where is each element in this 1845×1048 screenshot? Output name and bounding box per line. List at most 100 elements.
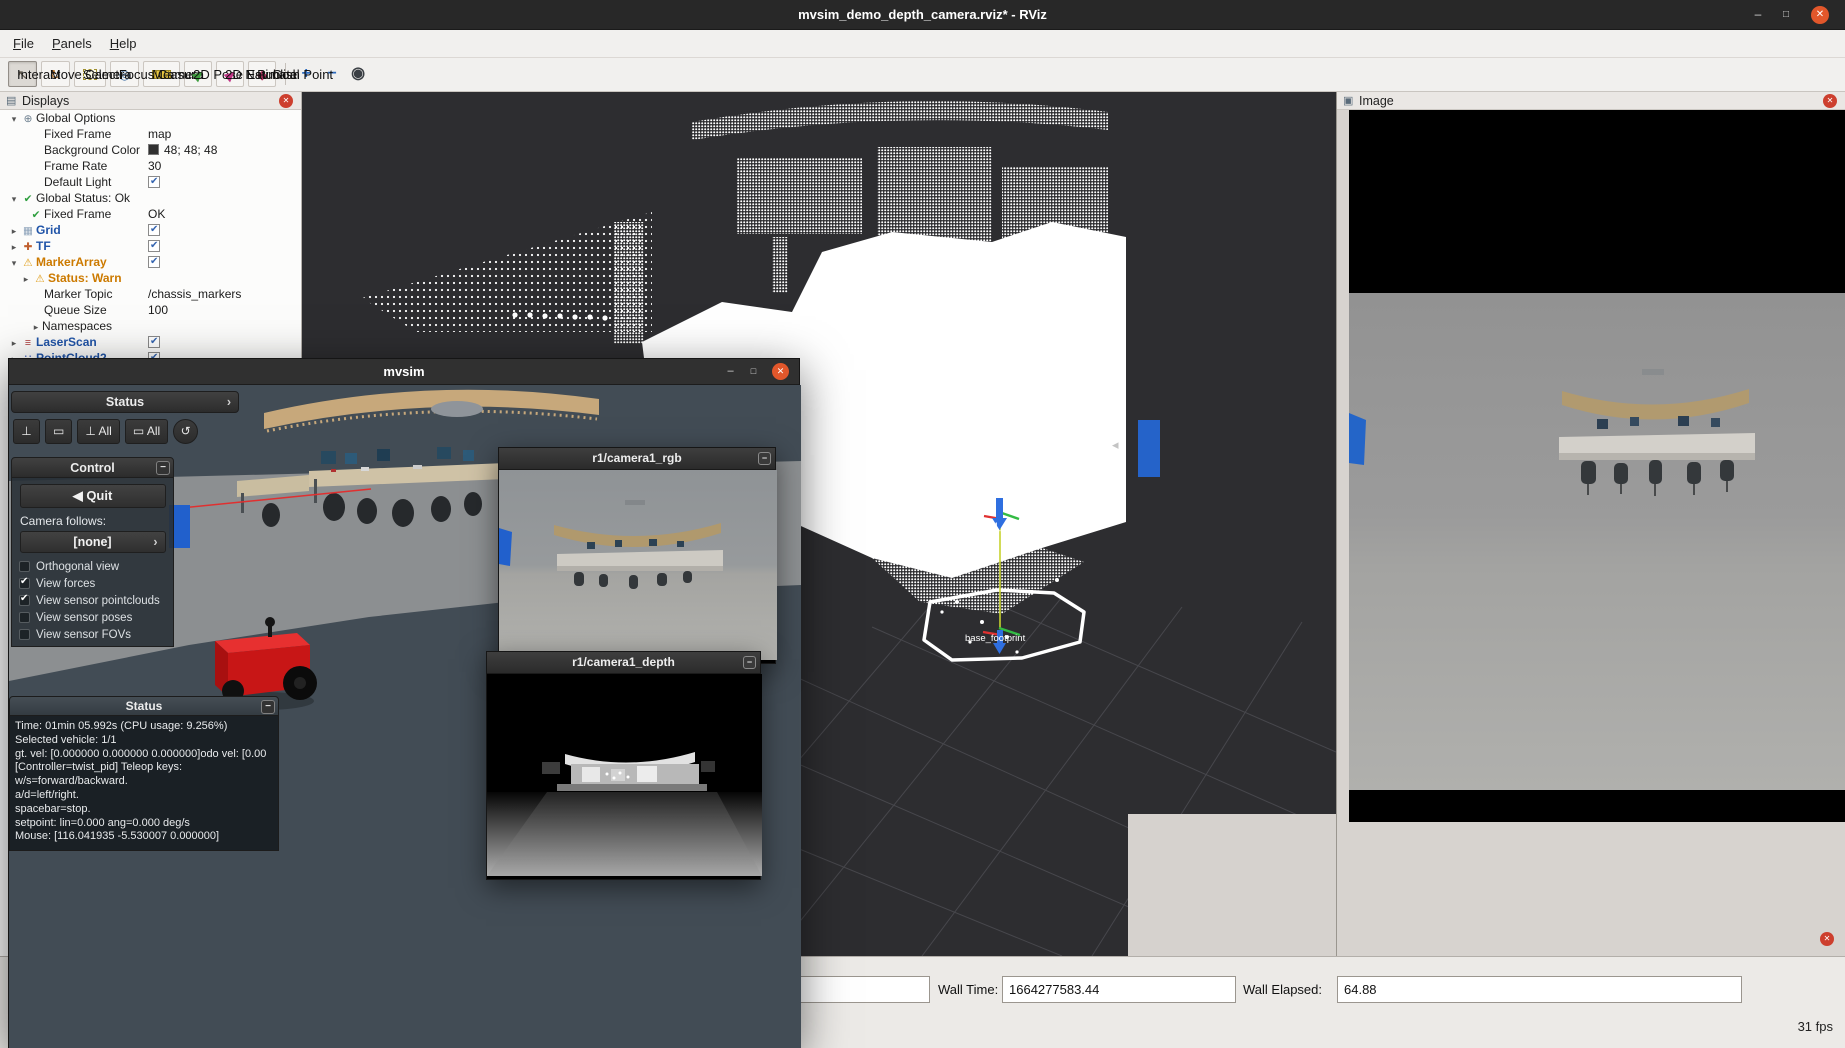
image-close-icon[interactable]: ✕ — [1823, 94, 1837, 108]
quit-button[interactable]: ◀ Quit — [20, 484, 166, 508]
checkbox[interactable] — [148, 240, 160, 252]
mvsim-window-title: mvsim — [9, 359, 799, 385]
expander-icon[interactable]: ▸ — [20, 271, 32, 287]
status-panel-header[interactable]: Status − — [9, 696, 279, 716]
option-orthogonal-view[interactable]: Orthogonal view — [12, 558, 173, 575]
display-row-laserscan[interactable]: ▸≡LaserScan — [0, 334, 301, 350]
expander-icon[interactable]: ▾ — [8, 255, 20, 271]
rviz-window: mvsim_demo_depth_camera.rviz* - RViz – □… — [0, 0, 1845, 1048]
display-row-fixed-frame[interactable]: Fixed Framemap — [0, 126, 301, 142]
restore-button[interactable]: ▭ — [45, 419, 72, 444]
menu-item-help[interactable]: Help — [101, 30, 146, 57]
rgb-minimize-button[interactable]: − — [758, 452, 771, 465]
cycle-button[interactable]: ↺ — [173, 419, 198, 444]
property-value: /chassis_markers — [148, 286, 241, 302]
expander-icon[interactable]: ▸ — [8, 223, 20, 239]
checkbox[interactable] — [19, 629, 30, 640]
display-row-grid[interactable]: ▸▦Grid — [0, 222, 301, 238]
status-line: Mouse: [116.041935 -5.530007 0.000000] — [15, 830, 273, 844]
wall-time-field[interactable]: 1664277583.44 — [1002, 976, 1236, 1003]
display-row-default-light[interactable]: Default Light — [0, 174, 301, 190]
checkbox[interactable] — [19, 595, 30, 606]
property-label: Global Status: Ok — [36, 191, 130, 205]
status-minimize-button[interactable]: − — [261, 700, 275, 714]
control-panel-header[interactable]: Control − — [11, 457, 174, 478]
display-row-background-color[interactable]: Background Color48; 48; 48 — [0, 142, 301, 158]
expander-icon[interactable]: ▾ — [8, 111, 20, 127]
status-line: [Controller=twist_pid] Teleop keys: — [15, 761, 273, 775]
expander-icon[interactable]: ▸ — [30, 319, 42, 335]
checkbox[interactable] — [19, 612, 30, 623]
checkbox[interactable] — [148, 176, 160, 188]
restore-all-button[interactable]: ▭ All — [125, 419, 168, 444]
minimize-button[interactable]: – — [1749, 6, 1767, 24]
depth-window-titlebar[interactable]: r1/camera1_depth − — [487, 652, 760, 674]
display-row-frame-rate[interactable]: Frame Rate30 — [0, 158, 301, 174]
laser-scan-icon: ≡ — [20, 335, 36, 351]
checkbox[interactable] — [19, 561, 30, 572]
display-row-marker-topic[interactable]: Marker Topic/chassis_markers — [0, 286, 301, 302]
rgb-window-titlebar[interactable]: r1/camera1_rgb − — [499, 448, 775, 470]
image-icon: ▣ — [1343, 94, 1353, 108]
expander-icon[interactable]: ▸ — [8, 239, 20, 255]
checkbox[interactable] — [148, 224, 160, 236]
display-row-markerarray[interactable]: ▾⚠MarkerArray — [0, 254, 301, 270]
displays-panel-header: ▤ Displays ✕ — [0, 92, 301, 110]
display-row-global-status-ok[interactable]: ▾✔Global Status: Ok — [0, 190, 301, 206]
property-label: Fixed Frame — [44, 207, 111, 221]
option-label: View sensor FOVs — [36, 629, 131, 641]
option-view-sensor-pointclouds[interactable]: View sensor pointclouds — [12, 592, 173, 609]
tool-properties-button[interactable]: ◉ — [345, 58, 371, 90]
property-label: Marker Topic — [44, 287, 112, 301]
option-view-sensor-fovs[interactable]: View sensor FOVs — [12, 626, 173, 643]
depth-minimize-button[interactable]: − — [743, 656, 756, 669]
splitter-arrow-icon[interactable]: ◂ — [1112, 437, 1119, 452]
tf-label-base: base_footprint — [965, 633, 1026, 644]
display-row-fixed-frame[interactable]: ✔Fixed FrameOK — [0, 206, 301, 222]
expander-icon[interactable]: ▸ — [8, 335, 20, 351]
mvsim-close-button[interactable]: ✕ — [772, 363, 789, 380]
maximize-button[interactable]: □ — [1777, 6, 1795, 24]
display-row-queue-size[interactable]: Queue Size100 — [0, 302, 301, 318]
mvsim-status-header[interactable]: Status › — [11, 391, 239, 413]
globe-icon: ⊕ — [20, 111, 36, 127]
property-label: Background Color — [44, 143, 140, 157]
close-button[interactable]: ✕ — [1811, 6, 1829, 24]
tool-label: Publish Point — [257, 61, 333, 88]
mvsim-maximize-button[interactable]: □ — [745, 363, 762, 380]
mvsim-minimize-button[interactable]: – — [722, 363, 739, 380]
checkbox[interactable] — [19, 578, 30, 589]
property-value: 30 — [148, 158, 161, 174]
property-label: Global Options — [36, 111, 115, 125]
image-panel: ▣ Image ✕ — [1336, 92, 1845, 956]
green-check-icon: ✔ — [20, 191, 36, 207]
display-row-global-options[interactable]: ▾⊕Global Options — [0, 110, 301, 126]
display-row-status-warn[interactable]: ▸⚠Status: Warn — [0, 270, 301, 286]
status-line: spacebar=stop. — [15, 803, 273, 817]
checkbox[interactable] — [148, 256, 160, 268]
status-line: a/d=left/right. — [15, 789, 273, 803]
displays-close-icon[interactable]: ✕ — [279, 94, 293, 108]
menu-item-panels[interactable]: Panels — [43, 30, 101, 57]
collapse-all-button[interactable]: ⊥ All — [77, 419, 119, 444]
grid-icon: ▦ — [20, 223, 36, 239]
time-panel-close-icon[interactable]: ✕ — [1820, 932, 1834, 946]
tool-interact[interactable]: ↖Interact — [8, 61, 37, 87]
menu-item-file[interactable]: File — [4, 30, 43, 57]
rgb-window-title: r1/camera1_rgb — [592, 451, 681, 465]
display-row-tf[interactable]: ▸✚TF — [0, 238, 301, 254]
wall-elapsed-field[interactable]: 64.88 — [1337, 976, 1742, 1003]
display-row-namespaces[interactable]: ▸Namespaces — [0, 318, 301, 334]
tool-label: Select — [83, 61, 119, 88]
status-line: w/s=forward/backward. — [15, 775, 273, 789]
depth-camera-image — [487, 674, 762, 876]
control-minimize-button[interactable]: − — [156, 461, 170, 475]
blue-cabinet — [1138, 420, 1160, 477]
collapse-button[interactable]: ⊥ — [13, 419, 40, 444]
property-label: Status: Warn — [48, 271, 122, 285]
camera-follow-dropdown[interactable]: [none] › — [20, 531, 166, 553]
option-view-sensor-poses[interactable]: View sensor poses — [12, 609, 173, 626]
checkbox[interactable] — [148, 336, 160, 348]
expander-icon[interactable]: ▾ — [8, 191, 20, 207]
option-view-forces[interactable]: View forces — [12, 575, 173, 592]
